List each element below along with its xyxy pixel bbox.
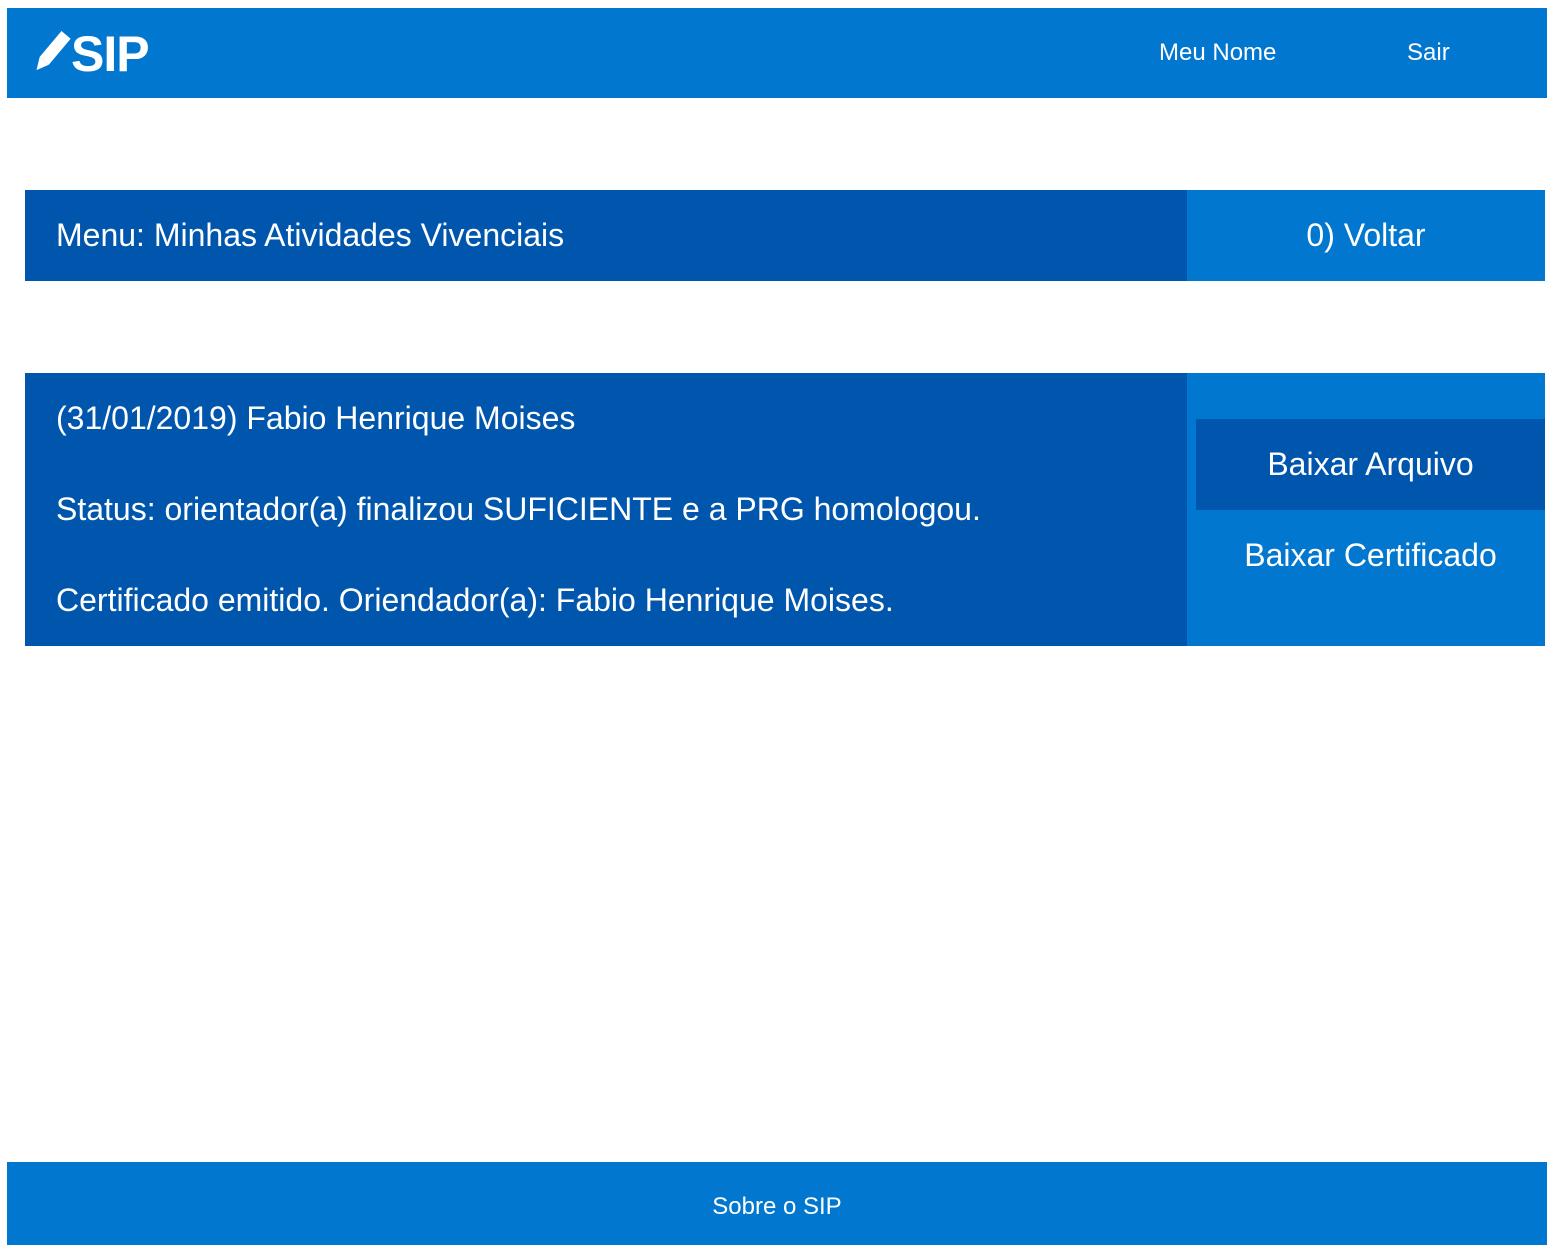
back-button[interactable]: 0) Voltar — [1187, 190, 1545, 281]
nav-sair-link[interactable]: Sair — [1407, 36, 1450, 70]
logo-text: SIP — [71, 26, 150, 82]
activity-detail: Certificado emitido. Oriendador(a): Fabi… — [56, 582, 894, 618]
download-certificate-button[interactable]: Baixar Certificado — [1196, 510, 1545, 601]
activity-card: (31/01/2019) Fabio Henrique Moises Statu… — [25, 373, 1545, 646]
activity-status: Status: orientador(a) finalizou SUFICIEN… — [56, 491, 981, 527]
download-file-button[interactable]: Baixar Arquivo — [1196, 419, 1545, 510]
activity-actions: Baixar Arquivo Baixar Certificado — [1187, 373, 1545, 646]
pencil-icon — [27, 31, 73, 77]
activity-info: (31/01/2019) Fabio Henrique Moises Statu… — [25, 373, 1187, 646]
about-sip-link[interactable]: Sobre o SIP — [712, 1193, 841, 1220]
footer: Sobre o SIP — [7, 1162, 1547, 1245]
menu-bar: Menu: Minhas Atividades Vivenciais 0) Vo… — [25, 190, 1545, 281]
nav-meu-nome-link[interactable]: Meu Nome — [1159, 36, 1276, 70]
top-navbar: SIP Meu Nome Sair — [7, 8, 1547, 98]
sip-logo[interactable]: SIP — [27, 26, 150, 82]
menu-title: Menu: Minhas Atividades Vivenciais — [25, 190, 1187, 281]
activity-title: (31/01/2019) Fabio Henrique Moises — [56, 400, 576, 436]
